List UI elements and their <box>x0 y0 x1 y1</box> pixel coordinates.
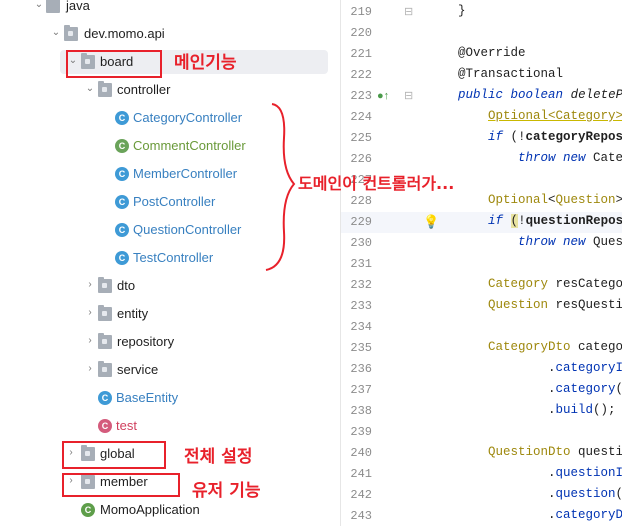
package-folder-icon <box>98 277 112 293</box>
tree-label: QuestionController <box>133 222 242 237</box>
code-line-current: 229 💡 if (!questionReposito <box>341 212 622 233</box>
tree-row-base-entity[interactable]: C BaseEntity <box>0 384 340 412</box>
code-line: 226 throw new Category <box>350 151 622 166</box>
tree-label: PostController <box>133 194 216 209</box>
code-line: 237 .category(res <box>350 382 622 397</box>
package-folder-icon <box>64 25 78 41</box>
code-line: 243 .categoryDto( <box>350 508 622 523</box>
chevron-down-icon[interactable]: ⌄ <box>85 83 95 95</box>
code-line: 236 .categoryId(r <box>350 361 622 376</box>
class-icon: C <box>98 419 112 433</box>
tree-label: repository <box>117 334 175 349</box>
chevron-down-icon[interactable]: ⌄ <box>34 0 44 11</box>
tree-row-java[interactable]: ⌄ java <box>0 0 340 20</box>
tree-label: MomoApplication <box>100 502 200 517</box>
tree-row-dto[interactable]: › dto <box>0 272 340 300</box>
chevron-right-icon[interactable]: › <box>85 335 95 347</box>
project-tree: ⌄ java ⌄ dev.momo.api ⌄ board ⌄ controll… <box>0 0 340 526</box>
tree-label: test <box>116 418 137 433</box>
class-icon: C <box>115 195 129 209</box>
code-line: 232 Category resCategory <box>350 277 622 292</box>
code-line: 221 @Override <box>350 46 526 61</box>
fold-icon[interactable]: ⊟ <box>404 89 413 102</box>
annotation-main-feature: 메인기능 <box>174 53 237 73</box>
code-line: 241 .questionId(r <box>350 466 622 481</box>
tree-label: java <box>66 0 90 13</box>
tree-label: service <box>117 362 159 377</box>
package-folder-icon <box>98 333 112 349</box>
tree-row-service[interactable]: › service <box>0 356 340 384</box>
class-icon: C <box>115 223 129 237</box>
tree-row-test[interactable]: C test <box>0 412 340 440</box>
code-line: 231 <box>350 257 372 271</box>
tree-label: MemberController <box>133 166 238 181</box>
annotation-user-feature: 유저 기능 <box>192 481 261 501</box>
code-line: 223 ●↑ ⊟ public boolean deletePost <box>350 88 622 103</box>
code-line: 233 Question resQuestion <box>350 298 622 313</box>
tree-row-momo-application[interactable]: C MomoApplication <box>0 496 340 524</box>
code-line: 240 QuestionDto questionD <box>350 445 622 460</box>
tree-row-global[interactable]: › global <box>0 440 340 468</box>
spring-class-icon: C <box>115 139 129 153</box>
chevron-right-icon[interactable]: › <box>85 279 95 291</box>
annotation-box-member <box>62 473 180 497</box>
annotation-domain-group: 도메인이 컨트롤러가... <box>298 174 455 193</box>
code-line: 220 <box>350 26 372 40</box>
chevron-down-icon[interactable]: ⌄ <box>51 27 61 39</box>
implements-gutter-icon[interactable]: ●↑ <box>377 90 389 102</box>
class-icon: C <box>115 251 129 265</box>
lightbulb-icon[interactable]: 💡 <box>423 214 439 230</box>
class-icon: C <box>115 167 129 181</box>
code-line: 239 <box>350 425 372 439</box>
chevron-right-icon[interactable]: › <box>85 307 95 319</box>
tree-label: TestController <box>133 250 214 265</box>
code-line: 234 <box>350 320 372 334</box>
code-line: 238 .build(); <box>350 403 616 418</box>
package-folder-icon <box>98 81 112 97</box>
tree-label: entity <box>117 306 149 321</box>
class-icon: C <box>98 391 112 405</box>
tree-label: CommentController <box>133 138 246 153</box>
tree-label: CategoryController <box>133 110 243 125</box>
tree-label: dto <box>117 278 136 293</box>
code-line: 242 .question(res <box>350 487 622 502</box>
code-line: 219 ⊟ } <box>350 4 466 19</box>
tree-row-entity[interactable]: › entity <box>0 300 340 328</box>
folder-icon <box>46 0 60 13</box>
code-line: 230 throw new Questio <box>350 235 622 250</box>
annotation-box-global <box>62 441 166 469</box>
code-line: 235 CategoryDto categoryD <box>350 340 622 355</box>
code-editor[interactable]: 219 ⊟ } 220 221 @Override 222 @Transacti… <box>341 0 622 526</box>
fold-icon[interactable]: ⊟ <box>404 5 413 18</box>
annotation-global-settings: 전체 설정 <box>184 447 253 467</box>
class-icon: C <box>115 111 129 125</box>
tree-row-board[interactable]: ⌄ board <box>0 48 340 76</box>
code-line: 225 if (!categoryRepositor <box>350 130 622 145</box>
spring-boot-app-icon: C <box>81 503 95 517</box>
tree-row-package[interactable]: ⌄ dev.momo.api <box>0 20 340 48</box>
chevron-right-icon[interactable]: › <box>85 363 95 375</box>
tree-label: dev.momo.api <box>84 26 165 41</box>
code-line: 222 @Transactional <box>350 67 564 82</box>
annotation-box-board <box>66 50 162 78</box>
package-folder-icon <box>98 305 112 321</box>
tree-label: controller <box>117 82 171 97</box>
package-folder-icon <box>98 361 112 377</box>
code-line: 224 Optional<Category> ca <box>350 109 622 124</box>
code-line: 228 Optional<Question> qu <box>350 193 622 208</box>
tree-label: BaseEntity <box>116 390 179 405</box>
tree-row-repository[interactable]: › repository <box>0 328 340 356</box>
annotation-brace <box>265 103 296 271</box>
